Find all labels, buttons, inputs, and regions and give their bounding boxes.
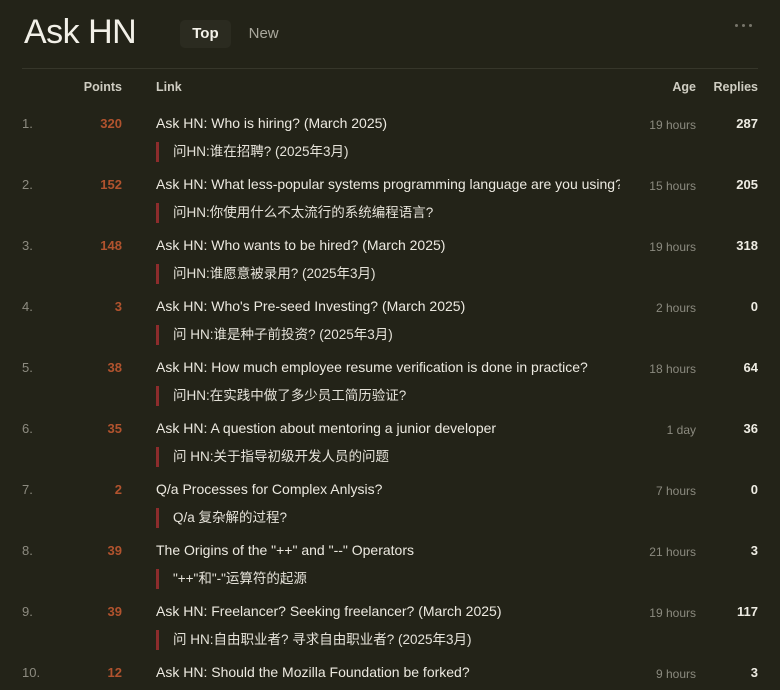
row-replies: 3 [750, 665, 758, 680]
row-link-cell: The Origins of the "++" and "--" Operato… [128, 540, 620, 593]
row-age: 19 hours [649, 240, 696, 254]
row-replies: 0 [750, 299, 758, 314]
table-body: 1. 320 Ask HN: Who is hiring? (March 2025)… [22, 105, 758, 690]
row-link-cell: Ask HN: Who wants to be hired? (March 20… [128, 235, 620, 288]
row-rank: 10. [22, 665, 41, 680]
row-rank: 6. [22, 421, 33, 436]
row-link-cell: Ask HN: Freelancer? Seeking freelancer? … [128, 601, 620, 654]
row-age: 2 hours [655, 301, 696, 315]
row-points: 148 [100, 238, 122, 253]
row-translation: 问 HN:谁是种子前投资? (2025年3月) [156, 325, 620, 345]
stories-table: Points Link Age Replies 1. 320 Ask HN: Who… [0, 69, 780, 690]
row-translation: 问HN:谁在招聘? (2025年3月) [156, 142, 620, 162]
row-replies: 64 [743, 360, 758, 375]
kebab-horizontal-icon[interactable] [731, 20, 756, 31]
row-title-link[interactable]: The Origins of the "++" and "--" Operato… [156, 540, 620, 560]
row-replies: 287 [736, 116, 758, 131]
row-link-cell: Ask HN: Should the Mozilla Foundation be… [128, 662, 620, 682]
row-translation: 问HN:谁愿意被录用? (2025年3月) [156, 264, 620, 284]
table-row[interactable]: 7. 2 Q/a Processes for Complex Anlysis? Q/a… [22, 471, 758, 532]
row-points: 35 [107, 421, 122, 436]
tab-new[interactable]: New [237, 20, 291, 48]
row-title-link[interactable]: Ask HN: Who's Pre-seed Investing? (March… [156, 296, 620, 316]
row-age: 9 hours [655, 667, 696, 681]
tab-bar: Top New [180, 20, 290, 48]
row-title-link[interactable]: Ask HN: A question about mentoring a jun… [156, 418, 620, 438]
row-age: 1 day [666, 423, 696, 437]
row-translation: 问 HN:关于指导初级开发人员的问题 [156, 447, 620, 467]
row-translation: 问HN:在实践中做了多少员工简历验证? [156, 386, 620, 406]
row-title-link[interactable]: Q/a Processes for Complex Anlysis? [156, 479, 620, 499]
row-rank: 5. [22, 360, 33, 375]
column-header-age[interactable]: Age [620, 80, 696, 94]
row-points: 38 [107, 360, 122, 375]
row-title-link[interactable]: Ask HN: How much employee resume verific… [156, 357, 620, 377]
kebab-dot [749, 24, 752, 27]
row-rank: 1. [22, 116, 33, 131]
row-link-cell: Ask HN: Who is hiring? (March 2025) 问HN:谁… [128, 113, 620, 166]
row-replies: 117 [737, 604, 758, 619]
table-row[interactable]: 4. 3 Ask HN: Who's Pre-seed Investing? (Ma… [22, 288, 758, 349]
table-row[interactable]: 9. 39 Ask HN: Freelancer? Seeking freelanc… [22, 593, 758, 654]
table-row[interactable]: 5. 38 Ask HN: How much employee resume ver… [22, 349, 758, 410]
row-link-cell: Ask HN: Who's Pre-seed Investing? (March… [128, 296, 620, 349]
table-row[interactable]: 10. 12 Ask HN: Should the Mozilla Foundati… [22, 654, 758, 690]
row-points: 152 [100, 177, 122, 192]
row-rank: 9. [22, 604, 33, 619]
row-age: 21 hours [649, 545, 696, 559]
row-rank: 2. [22, 177, 33, 192]
kebab-dot [735, 24, 738, 27]
kebab-dot [742, 24, 745, 27]
row-link-cell: Ask HN: A question about mentoring a jun… [128, 418, 620, 471]
row-rank: 4. [22, 299, 33, 314]
row-age: 19 hours [649, 606, 696, 620]
row-replies: 0 [750, 482, 758, 497]
row-age: 7 hours [655, 484, 696, 498]
row-age: 19 hours [649, 118, 696, 132]
row-link-cell: Ask HN: How much employee resume verific… [128, 357, 620, 410]
row-translation: "++"和"-"运算符的起源 [156, 569, 620, 589]
row-rank: 7. [22, 482, 33, 497]
row-title-link[interactable]: Ask HN: Should the Mozilla Foundation be… [156, 662, 620, 682]
row-translation: 问 HN:自由职业者? 寻求自由职业者? (2025年3月) [156, 630, 620, 650]
row-replies: 205 [736, 177, 758, 192]
row-rank: 8. [22, 543, 33, 558]
row-points: 12 [107, 665, 122, 680]
row-title-link[interactable]: Ask HN: What less-popular systems progra… [156, 174, 620, 194]
tab-top[interactable]: Top [180, 20, 231, 48]
row-replies: 318 [736, 238, 758, 253]
row-age: 15 hours [649, 179, 696, 193]
table-header-row: Points Link Age Replies [22, 69, 758, 105]
row-points: 2 [114, 482, 122, 497]
header-bar: Ask HN Top New [0, 0, 780, 68]
row-translation: 问HN:你使用什么不太流行的系统编程语言? [156, 203, 620, 223]
table-row[interactable]: 6. 35 Ask HN: A question about mentoring a… [22, 410, 758, 471]
column-header-link[interactable]: Link [128, 80, 620, 94]
row-link-cell: Q/a Processes for Complex Anlysis? Q/a 复杂… [128, 479, 620, 532]
row-rank: 3. [22, 238, 33, 253]
column-header-replies[interactable]: Replies [696, 80, 758, 94]
page-title: Ask HN [24, 13, 137, 51]
row-points: 39 [107, 543, 122, 558]
table-row[interactable]: 2. 152 Ask HN: What less-popular systems p… [22, 166, 758, 227]
row-age: 18 hours [649, 362, 696, 376]
row-title-link[interactable]: Ask HN: Who is hiring? (March 2025) [156, 113, 620, 133]
row-replies: 36 [743, 421, 758, 436]
row-link-cell: Ask HN: What less-popular systems progra… [128, 174, 620, 227]
column-header-points[interactable]: Points [60, 80, 128, 94]
table-row[interactable]: 8. 39 The Origins of the "++" and "--" Ope… [22, 532, 758, 593]
row-translation: Q/a 复杂解的过程? [156, 508, 620, 528]
row-replies: 3 [750, 543, 758, 558]
table-row[interactable]: 3. 148 Ask HN: Who wants to be hired? (Mar… [22, 227, 758, 288]
row-title-link[interactable]: Ask HN: Who wants to be hired? (March 20… [156, 235, 620, 255]
row-points: 39 [107, 604, 122, 619]
row-title-link[interactable]: Ask HN: Freelancer? Seeking freelancer? … [156, 601, 620, 621]
ask-hn-page: Ask HN Top New Points Link Age Replies 1… [0, 0, 780, 690]
row-points: 3 [114, 299, 122, 314]
row-points: 320 [100, 116, 122, 131]
table-row[interactable]: 1. 320 Ask HN: Who is hiring? (March 2025)… [22, 105, 758, 166]
